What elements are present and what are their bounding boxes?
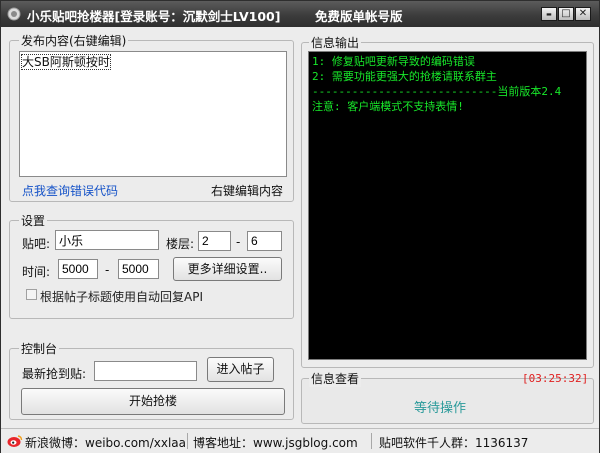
info-view-group-label: 信息查看	[309, 370, 362, 387]
right-click-edit-hint: 右键编辑内容	[211, 184, 284, 198]
close-icon: ✕	[578, 8, 588, 19]
minimize-icon: ▬	[546, 11, 552, 18]
console-line: ----------------------------当前版本2.4	[312, 85, 562, 98]
auto-reply-checkbox[interactable]	[26, 289, 37, 300]
edition-label: 免费版单帐号版	[315, 9, 403, 24]
error-code-link[interactable]: 点我查询错误代码	[22, 182, 118, 199]
publish-content-text: 大SB阿斯顿按时	[21, 54, 111, 70]
floor-to-input[interactable]	[247, 231, 282, 251]
status-text: 等待操作	[414, 401, 467, 416]
publish-content-textarea[interactable]: 大SB阿斯顿按时	[19, 51, 287, 177]
console-line: 1: 修复贴吧更新导致的编码错误	[312, 55, 475, 68]
time-from-input[interactable]	[58, 259, 98, 279]
control-group-label: 控制台	[19, 340, 60, 357]
info-output-group-label: 信息输出	[309, 34, 362, 51]
settings-group-label: 设置	[19, 212, 48, 229]
title-bar[interactable]: 小乐贴吧抢楼器[登录账号：沉默剑士LV100] 免费版单帐号版 ▬ □ ✕	[1, 1, 599, 27]
publish-group-label: 发布内容(右键编辑)	[19, 32, 129, 49]
floor-label: 楼层:	[166, 237, 195, 251]
app-logo-icon	[7, 7, 21, 21]
more-settings-button[interactable]: 更多详细设置..	[173, 257, 282, 281]
time-range-dash: -	[105, 263, 110, 277]
time-label: 时间:	[22, 265, 51, 279]
statusbar-divider	[371, 433, 372, 449]
close-button[interactable]: ✕	[575, 7, 591, 21]
latest-post-input[interactable]	[94, 361, 197, 381]
statusbar-divider	[187, 433, 188, 449]
start-grab-button[interactable]: 开始抢楼	[21, 388, 285, 415]
weibo-icon	[7, 435, 23, 447]
qq-group-text: 贴吧软件千人群：1136137	[379, 436, 529, 450]
info-output-console[interactable]: 1: 修复贴吧更新导致的编码错误 2: 需要功能更强大的抢楼请联系群主 ----…	[308, 51, 587, 360]
window-title: 小乐贴吧抢楼器[登录账号：沉默剑士LV100]	[27, 9, 281, 24]
auto-reply-checkbox-label: 根据帖子标题使用自动回复API	[40, 290, 203, 304]
blog-link[interactable]: 博客地址：www.jsgblog.com	[193, 434, 358, 451]
time-to-input[interactable]	[118, 259, 159, 279]
timer-display: [03:25:32]	[522, 372, 589, 385]
latest-post-label: 最新抢到贴:	[22, 367, 87, 381]
tieba-label: 贴吧:	[22, 237, 51, 251]
status-bar: 新浪微博：weibo.com/xxlaa 博客地址：www.jsgblog.co…	[1, 428, 599, 453]
weibo-link[interactable]: 新浪微博：weibo.com/xxlaa	[25, 434, 186, 451]
maximize-icon: □	[561, 8, 571, 19]
console-line: 注意: 客户端模式不支持表情!	[312, 100, 464, 113]
app-window: 小乐贴吧抢楼器[登录账号：沉默剑士LV100] 免费版单帐号版 ▬ □ ✕ 发布…	[0, 0, 600, 453]
floor-from-input[interactable]	[198, 231, 231, 251]
tieba-input[interactable]	[55, 230, 159, 250]
floor-range-dash: -	[236, 235, 241, 249]
console-line: 2: 需要功能更强大的抢楼请联系群主	[312, 70, 497, 83]
maximize-button[interactable]: □	[558, 7, 574, 21]
minimize-button[interactable]: ▬	[541, 7, 557, 21]
enter-post-button[interactable]: 进入帖子	[207, 357, 274, 382]
